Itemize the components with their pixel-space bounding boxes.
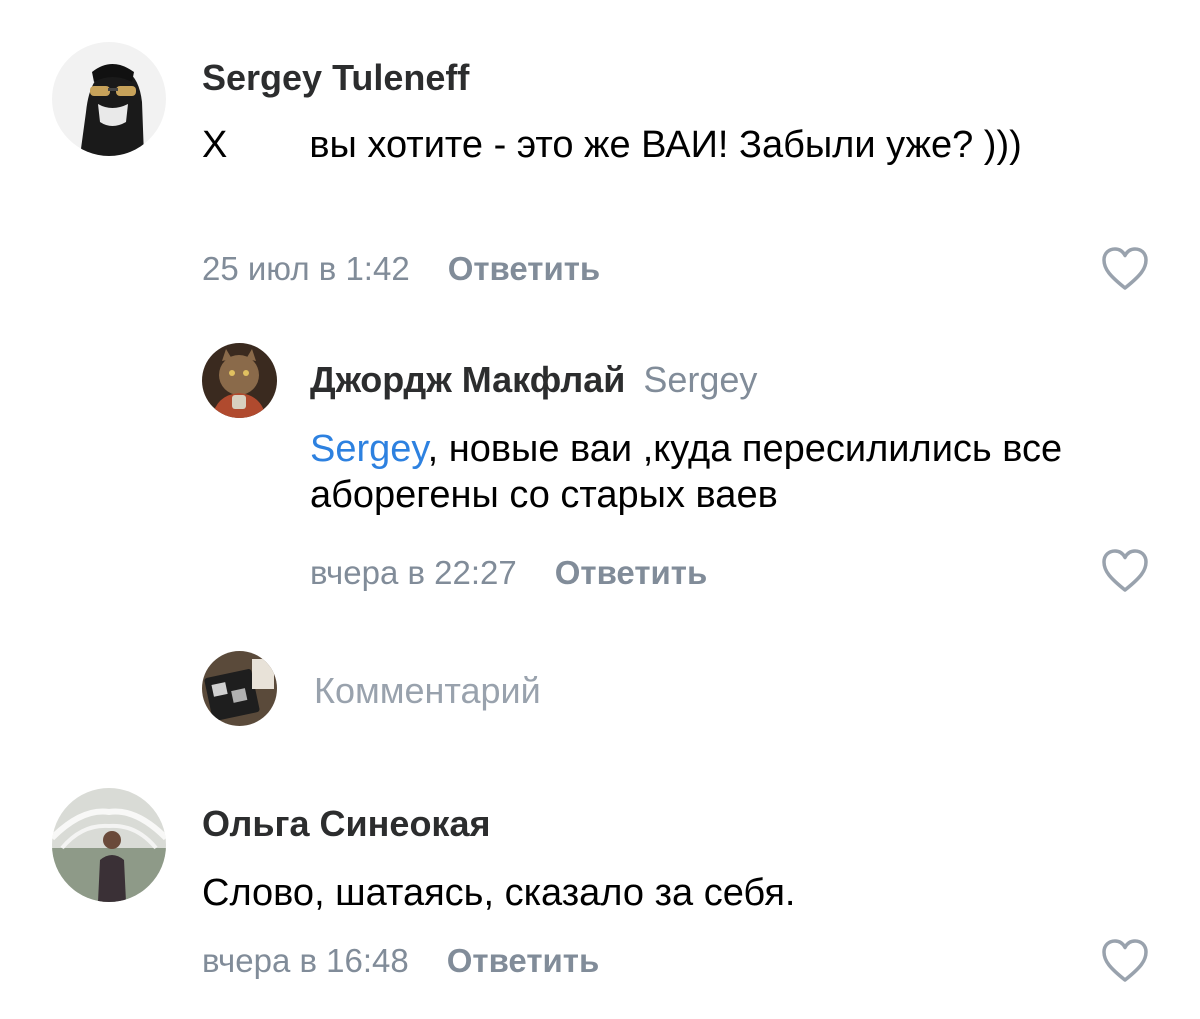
mention-link[interactable]: Sergey bbox=[310, 428, 428, 470]
comment-meta: 25 июл в 1:42 Ответить bbox=[202, 252, 600, 285]
author-name-text[interactable]: Джордж Макфлай bbox=[310, 359, 625, 400]
reply-to-name[interactable]: Sergey bbox=[643, 359, 757, 400]
comment-input[interactable]: Комментарий bbox=[314, 673, 541, 709]
comment-date[interactable]: вчера в 22:27 bbox=[310, 554, 517, 591]
comment-text-part: Х bbox=[202, 124, 228, 166]
comment-meta: вчера в 22:27 Ответить bbox=[310, 556, 707, 589]
comment-meta: вчера в 16:48 Ответить bbox=[202, 944, 599, 977]
comment-text: Слово, шатаясь, сказало за себя. bbox=[202, 872, 796, 914]
heart-icon[interactable] bbox=[1100, 246, 1150, 292]
heart-icon[interactable] bbox=[1100, 548, 1150, 594]
comment-text: Sergey, новые ваи ,куда пересилились все… bbox=[310, 426, 1160, 518]
avatar[interactable] bbox=[52, 42, 166, 156]
avatar bbox=[202, 651, 277, 726]
author-name[interactable]: Ольга Синеокая bbox=[202, 806, 490, 842]
author-name: Джордж Макфлай Sergey bbox=[310, 362, 757, 398]
comment-date[interactable]: 25 июл в 1:42 bbox=[202, 250, 410, 287]
comment-text: Хвы хотите - это же ВАИ! Забыли уже? ))) bbox=[202, 122, 1102, 168]
reply-button[interactable]: Ответить bbox=[555, 554, 708, 591]
comment-date[interactable]: вчера в 16:48 bbox=[202, 942, 409, 979]
avatar[interactable] bbox=[52, 788, 166, 902]
reply-button[interactable]: Ответить bbox=[447, 942, 600, 979]
reply-button[interactable]: Ответить bbox=[448, 250, 601, 287]
heart-icon[interactable] bbox=[1100, 938, 1150, 984]
author-name[interactable]: Sergey Tuleneff bbox=[202, 60, 469, 96]
avatar[interactable] bbox=[202, 343, 277, 418]
comment-text-part: вы хотите - это же ВАИ! Забыли уже? ))) bbox=[309, 124, 1022, 166]
